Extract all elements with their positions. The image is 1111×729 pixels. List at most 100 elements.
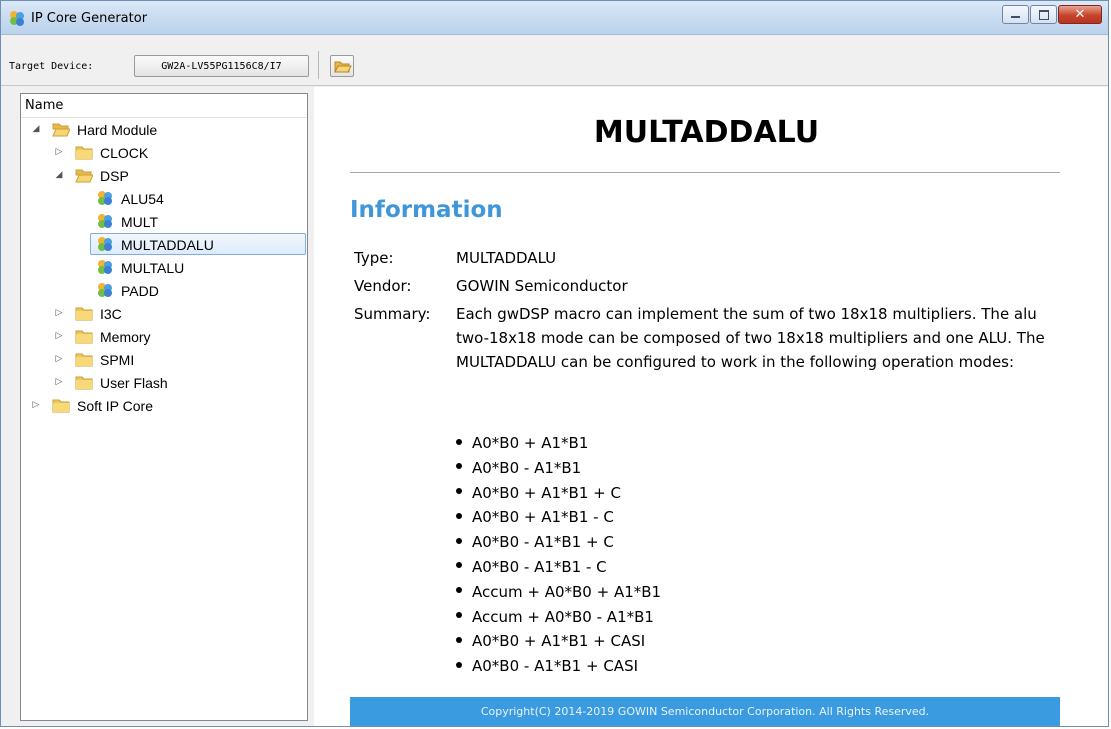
bullet-icon (456, 438, 462, 445)
operation-mode-item: A0*B0 + A1*B1 - C (456, 505, 661, 530)
operation-mode-text: A0*B0 - A1*B1 + C (472, 533, 614, 552)
tree-item-label: MULTADDALU (121, 237, 214, 253)
tree-item-label: DSP (100, 168, 129, 184)
bullet-icon (456, 636, 462, 643)
expand-arrow-icon[interactable]: ▷ (54, 308, 64, 318)
operation-mode-text: A0*B0 + A1*B1 + C (472, 483, 621, 502)
toolbar: Target Device: GW2A-LV55PG1156C8/I7 (1, 35, 1108, 86)
window-controls: ✕ (1001, 5, 1102, 27)
tree-item-label: CLOCK (100, 145, 149, 161)
app-icon (10, 11, 24, 26)
tree-item-label: Memory (100, 329, 151, 345)
operation-mode-item: A0*B0 + A1*B1 + CASI (456, 629, 661, 654)
bullet-icon (456, 612, 462, 619)
toolbar-separator (318, 51, 319, 79)
expand-arrow-icon[interactable]: ▷ (54, 377, 64, 387)
bullet-icon (456, 661, 462, 668)
expand-arrow-icon[interactable]: ▷ (54, 331, 64, 341)
bullet-icon (456, 488, 462, 495)
operation-mode-text: A0*B0 + A1*B1 (472, 434, 589, 452)
ip-core-icon (96, 282, 114, 298)
collapse-arrow-icon[interactable]: ◢ (31, 124, 41, 134)
tree-item-user-flash[interactable]: ▷ User Flash (21, 371, 307, 394)
tree-column-header[interactable]: Name (21, 94, 307, 118)
tree-item-multalu[interactable]: MULTALU (21, 256, 307, 279)
operation-modes-list: A0*B0 + A1*B1 A0*B0 - A1*B1 A0*B0 + A1*B1 … (456, 431, 661, 679)
tree-item-clock[interactable]: ▷ CLOCK (21, 141, 307, 164)
summary-label: Summary: (354, 305, 431, 323)
tree-item-mult[interactable]: MULT (21, 210, 307, 233)
operation-mode-item: A0*B0 - A1*B1 + CASI (456, 654, 661, 679)
folder-icon (75, 351, 93, 367)
tree-item-label: MULTALU (121, 260, 185, 276)
type-value: MULTADDALU (456, 249, 557, 267)
vendor-label: Vendor: (354, 277, 412, 295)
ip-core-icon (96, 190, 114, 206)
tree-item-spmi[interactable]: ▷ SPMI (21, 348, 307, 371)
tree-item-label: Soft IP Core (77, 398, 154, 414)
folder-icon (75, 328, 93, 344)
open-folder-button[interactable] (330, 55, 354, 77)
ip-core-generator-window: IP Core Generator ✕ Target Device: GW2A-… (0, 0, 1109, 727)
tree-item-dsp[interactable]: ◢ DSP (21, 164, 307, 187)
target-device-button[interactable]: GW2A-LV55PG1156C8/I7 (134, 55, 309, 77)
folder-open-icon (75, 167, 94, 183)
operation-mode-text: Accum + A0*B0 - A1*B1 (472, 607, 654, 626)
minimize-button[interactable] (1002, 5, 1029, 24)
tree-item-multaddalu[interactable]: MULTADDALU (21, 233, 307, 256)
summary-value: Each gwDSP macro can implement the sum o… (456, 305, 1045, 371)
operation-mode-text: A0*B0 + A1*B1 - C (472, 508, 614, 527)
folder-icon (75, 144, 93, 160)
tree-item-alu54[interactable]: ALU54 (21, 187, 307, 210)
close-button[interactable]: ✕ (1058, 5, 1102, 24)
operation-mode-text: A0*B0 - A1*B1 (472, 458, 582, 477)
operation-mode-item: A0*B0 + A1*B1 + C (456, 481, 661, 506)
target-device-label: Target Device: (9, 61, 94, 72)
copyright-footer: Copyright(C) 2014-2019 GOWIN Semiconduct… (350, 697, 1060, 726)
operation-mode-text: Accum + A0*B0 + A1*B1 (472, 582, 662, 601)
ip-core-icon (96, 236, 114, 252)
tree-item-memory[interactable]: ▷ Memory (21, 325, 307, 348)
operation-mode-item: Accum + A0*B0 - A1*B1 (456, 605, 661, 630)
folder-open-icon (334, 61, 352, 73)
operation-mode-text: A0*B0 - A1*B1 - C (472, 557, 607, 576)
folder-icon (75, 305, 93, 321)
expand-arrow-icon[interactable]: ▷ (31, 400, 41, 410)
title-divider (350, 172, 1060, 173)
tree-item-label: I3C (100, 306, 122, 322)
tree-item-label: MULT (121, 214, 159, 230)
operation-mode-text: A0*B0 - A1*B1 + CASI (472, 657, 639, 676)
operation-mode-item: A0*B0 - A1*B1 (456, 456, 661, 481)
tree-item-soft-ip-core[interactable]: ▷ Soft IP Core (21, 394, 307, 417)
tree-item-padd[interactable]: PADD (21, 279, 307, 302)
ip-tree-panel[interactable]: Name ◢ Hard Module ▷ CLOCK ◢ DSP ALU54 MULT MULT… (20, 93, 308, 721)
type-label: Type: (354, 249, 394, 267)
collapse-arrow-icon[interactable]: ◢ (54, 170, 64, 180)
operation-mode-text: A0*B0 + A1*B1 + CASI (472, 632, 646, 651)
ip-core-icon (96, 259, 114, 275)
ip-core-icon (96, 213, 114, 229)
title-bar[interactable]: IP Core Generator ✕ (1, 1, 1108, 35)
ip-info-panel: MULTADDALU Information Type: MULTADDALU … (314, 87, 1108, 726)
vendor-value: GOWIN Semiconductor (456, 277, 628, 295)
tree-item-label: Hard Module (77, 122, 158, 138)
tree-item-hard-module[interactable]: ◢ Hard Module (21, 118, 307, 141)
expand-arrow-icon[interactable]: ▷ (54, 147, 64, 157)
folder-open-icon (52, 121, 71, 137)
maximize-icon (1039, 10, 1049, 20)
tree-item-label: ALU54 (121, 191, 164, 207)
minimize-icon (1011, 16, 1020, 18)
expand-arrow-icon[interactable]: ▷ (54, 354, 64, 364)
bullet-icon (456, 512, 462, 519)
window-title: IP Core Generator (31, 11, 148, 26)
close-icon: ✕ (1074, 7, 1086, 22)
folder-icon (52, 397, 70, 413)
maximize-button[interactable] (1030, 5, 1057, 24)
tree-item-i3c[interactable]: ▷ I3C (21, 302, 307, 325)
bullet-icon (456, 587, 462, 594)
page-title: MULTADDALU (593, 115, 820, 150)
bullet-icon (456, 537, 462, 544)
operation-mode-item: A0*B0 + A1*B1 (456, 431, 661, 456)
bullet-icon (456, 463, 462, 470)
tree-item-label: PADD (121, 283, 159, 299)
